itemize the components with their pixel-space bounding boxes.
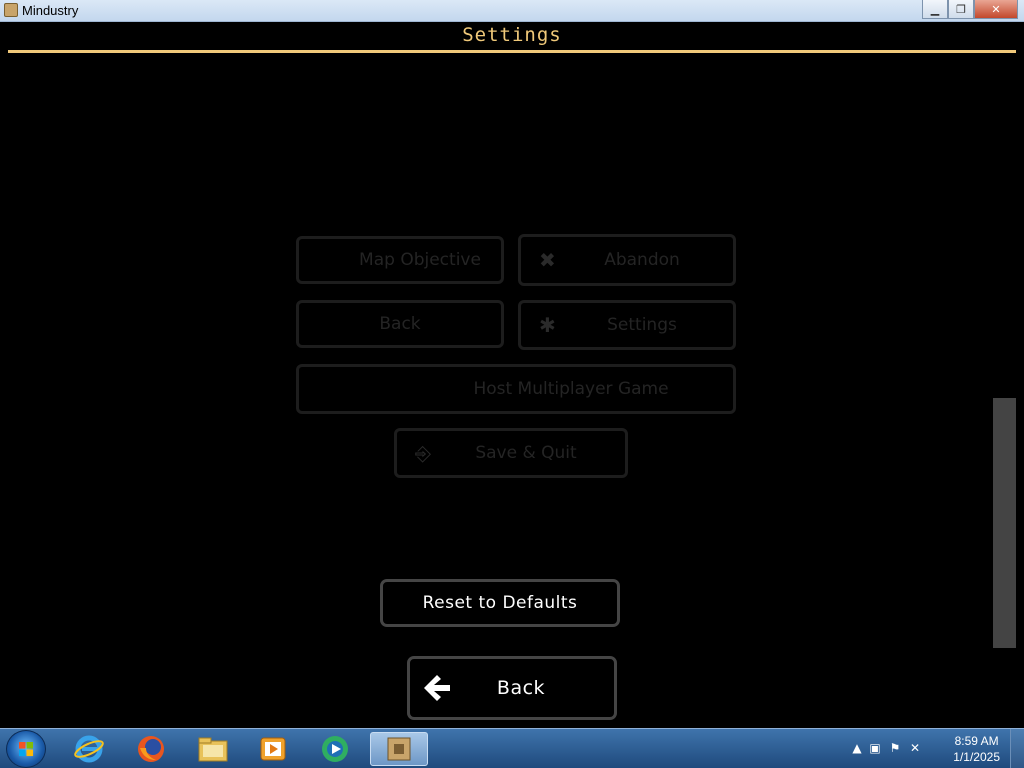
settings-ghost-button: ✱ Settings — [518, 300, 736, 350]
file-explorer-taskbar-button[interactable] — [190, 732, 236, 766]
internet-explorer-taskbar-button[interactable] — [66, 732, 112, 766]
show-desktop-button[interactable] — [1010, 729, 1024, 768]
windows-flag-icon — [19, 742, 34, 757]
host-multiplayer-label: Host Multiplayer Game — [473, 379, 669, 399]
settings-ghost-label: Settings — [607, 315, 677, 335]
file-explorer-icon — [198, 737, 228, 762]
internet-explorer-icon — [74, 735, 104, 763]
clock-date: 1/1/2025 — [953, 750, 1000, 764]
back-ghost-button: Back — [296, 300, 504, 348]
host-multiplayer-ghost-button: Host Multiplayer Game — [296, 364, 736, 414]
reset-to-defaults-label: Reset to Defaults — [422, 593, 578, 613]
network-icon[interactable]: ▣ — [868, 741, 882, 755]
media-player-icon — [260, 737, 286, 761]
back-ghost-label: Back — [379, 314, 421, 334]
abandon-label: Abandon — [604, 250, 680, 270]
system-tray: ▲ ▣ ⚑ ✕ 8:59 AM 1/1/2025 — [824, 729, 1024, 768]
messenger-taskbar-button[interactable] — [312, 732, 358, 766]
back-button[interactable]: Back — [407, 656, 617, 720]
map-objective-label: Map Objective — [359, 250, 481, 270]
mindustry-taskbar-button[interactable] — [370, 732, 428, 766]
gear-icon: ✱ — [539, 313, 556, 337]
scrollbar-thumb[interactable] — [993, 398, 1016, 648]
x-icon: ✖ — [539, 248, 556, 272]
taskbar: ▲ ▣ ⚑ ✕ 8:59 AM 1/1/2025 — [0, 728, 1024, 768]
back-label: Back — [496, 677, 546, 699]
firefox-icon — [138, 736, 164, 762]
map-objective-ghost-button: Map Objective — [296, 236, 504, 284]
media-player-taskbar-button[interactable] — [250, 732, 296, 766]
volume-muted-icon[interactable]: ✕ — [908, 741, 922, 755]
start-button[interactable] — [6, 730, 46, 768]
reset-to-defaults-button[interactable]: Reset to Defaults — [380, 579, 620, 627]
firefox-taskbar-button[interactable] — [128, 732, 174, 766]
exit-icon: ⎆ — [415, 441, 431, 465]
abandon-ghost-button: ✖ Abandon — [518, 234, 736, 286]
save-quit-ghost-button: ⎆ Save & Quit — [394, 428, 628, 478]
mindustry-icon — [387, 737, 411, 761]
arrow-left-icon — [424, 675, 450, 701]
messenger-icon — [322, 736, 348, 762]
clock[interactable]: 8:59 AM 1/1/2025 — [953, 733, 1000, 765]
background-pause-menu: Map Objective ✖ Abandon Back ✱ Settings … — [0, 0, 1024, 768]
show-hidden-icons-icon[interactable]: ▲ — [850, 741, 864, 755]
action-center-flag-icon[interactable]: ⚑ — [888, 741, 902, 755]
save-quit-label: Save & Quit — [475, 443, 577, 463]
clock-time: 8:59 AM — [954, 734, 999, 748]
